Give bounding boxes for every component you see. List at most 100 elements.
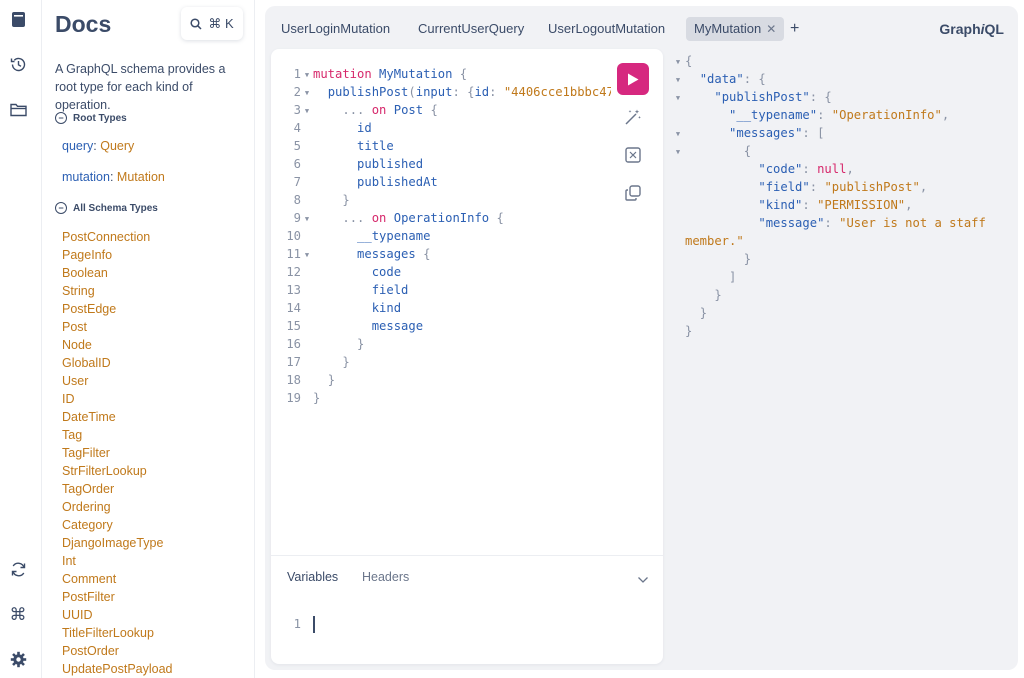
root-type-query[interactable]: query: Query	[62, 139, 134, 153]
code-text: code	[371, 265, 402, 279]
result-line: "code": null,	[671, 160, 1011, 178]
fold-arrow-icon[interactable]: ▼	[671, 125, 685, 143]
schema-type-link[interactable]: DjangoImageType	[62, 534, 173, 552]
root-type-name[interactable]: Query	[100, 139, 134, 153]
schema-type-link[interactable]: StrFilterLookup	[62, 462, 173, 480]
magic-wand-icon	[625, 109, 641, 125]
all-types-heading-label: All Schema Types	[73, 202, 158, 214]
code-line[interactable]: 6 published	[271, 155, 611, 173]
fold-arrow-icon[interactable]: ▼	[671, 53, 685, 71]
schema-type-link[interactable]: Post	[62, 318, 173, 336]
code-line[interactable]: 10 __typename	[271, 227, 611, 245]
keyboard-shortcuts-icon[interactable]: ⌘	[9, 605, 27, 623]
root-types-heading-label: Root Types	[73, 112, 127, 124]
schema-type-link[interactable]: TagOrder	[62, 480, 173, 498]
code-line[interactable]: 5 title	[271, 137, 611, 155]
schema-type-link[interactable]: UpdatePostPayload	[62, 660, 173, 678]
result-text: "publishPost": {	[714, 90, 832, 104]
schema-type-link[interactable]: Comment	[62, 570, 173, 588]
fold-arrow-icon[interactable]: ▼	[671, 89, 685, 107]
schema-type-link[interactable]: UUID	[62, 606, 173, 624]
docs-search-button[interactable]: ⌘ K	[181, 7, 243, 40]
fold-arrow-icon[interactable]: ▼	[671, 71, 685, 89]
settings-gear-icon[interactable]	[9, 650, 27, 668]
code-line[interactable]: 8 }	[271, 191, 611, 209]
explorer-folder-icon[interactable]	[9, 100, 27, 118]
result-line: }	[671, 286, 1011, 304]
tab-currentuserquery[interactable]: CurrentUserQuery	[410, 17, 532, 41]
code-line[interactable]: 17 }	[271, 353, 611, 371]
schema-type-link[interactable]: DateTime	[62, 408, 173, 426]
schema-type-link[interactable]: ID	[62, 390, 173, 408]
line-number: 9	[293, 211, 301, 225]
schema-type-link[interactable]: GlobalID	[62, 354, 173, 372]
prettify-button[interactable]	[617, 101, 649, 133]
code-text: published	[357, 157, 424, 171]
schema-type-link[interactable]: Node	[62, 336, 173, 354]
root-type-field: mutation	[62, 170, 110, 184]
tab-userloginmutation[interactable]: UserLoginMutation	[273, 17, 398, 41]
brand-prefix: Graph	[939, 21, 981, 37]
search-shortcut: ⌘ K	[208, 15, 234, 31]
fold-arrow-icon[interactable]: ▼	[301, 246, 313, 264]
line-number: 5	[293, 139, 301, 153]
merge-fragments-button[interactable]	[617, 139, 649, 171]
code-line[interactable]: 15 message	[271, 317, 611, 335]
schema-type-link[interactable]: PageInfo	[62, 246, 173, 264]
code-line[interactable]: 7 publishedAt	[271, 173, 611, 191]
line-number: 14	[286, 301, 301, 315]
history-icon[interactable]	[9, 55, 27, 73]
code-line[interactable]: 4 id	[271, 119, 611, 137]
root-types-heading: − Root Types	[55, 112, 127, 124]
result-text: "__typename": "OperationInfo",	[729, 108, 950, 122]
add-tab-button[interactable]: +	[790, 17, 799, 41]
code-line[interactable]: 3 ▼ ... on Post {	[271, 101, 611, 119]
result-line: "field": "publishPost",	[671, 178, 1011, 196]
refetch-schema-icon[interactable]	[9, 560, 27, 578]
code-line[interactable]: 18 }	[271, 371, 611, 389]
schema-type-link[interactable]: TagFilter	[62, 444, 173, 462]
schema-type-link[interactable]: Int	[62, 552, 173, 570]
fold-arrow-icon[interactable]: ▼	[671, 143, 685, 161]
schema-type-link[interactable]: Tag	[62, 426, 173, 444]
code-line[interactable]: 11 ▼ messages {	[271, 245, 611, 263]
schema-type-link[interactable]: String	[62, 282, 173, 300]
query-editor[interactable]: 1 ▼ mutation MyMutation {2 ▼ publishPost(in…	[271, 65, 611, 407]
root-type-mutation[interactable]: mutation: Mutation	[62, 170, 165, 184]
code-line[interactable]: 13 field	[271, 281, 611, 299]
code-line[interactable]: 16 }	[271, 335, 611, 353]
line-number: 6	[293, 157, 301, 171]
chevron-down-icon[interactable]	[637, 571, 649, 589]
schema-type-link[interactable]: User	[62, 372, 173, 390]
code-line[interactable]: 2 ▼ publishPost(input: {id: "4406cce1bbbc…	[271, 83, 611, 101]
tab-headers[interactable]: Headers	[362, 570, 409, 584]
schema-type-link[interactable]: PostOrder	[62, 642, 173, 660]
execute-query-button[interactable]	[617, 63, 649, 95]
close-tab-icon[interactable]: ✕	[766, 22, 776, 36]
tab-userlogoutmutation[interactable]: UserLogoutMutation	[540, 17, 673, 41]
schema-type-link[interactable]: Ordering	[62, 498, 173, 516]
tab-mymutation[interactable]: MyMutation ✕	[686, 17, 785, 41]
schema-type-link[interactable]: Boolean	[62, 264, 173, 282]
code-line[interactable]: 14 kind	[271, 299, 611, 317]
docs-icon[interactable]	[9, 10, 27, 28]
fold-arrow-icon[interactable]: ▼	[301, 102, 313, 120]
schema-type-link[interactable]: Category	[62, 516, 173, 534]
code-line[interactable]: 19}	[271, 389, 611, 407]
schema-type-link[interactable]: PostFilter	[62, 588, 173, 606]
copy-query-button[interactable]	[617, 177, 649, 209]
tab-variables[interactable]: Variables	[287, 570, 338, 584]
code-line[interactable]: 1 ▼ mutation MyMutation {	[271, 65, 611, 83]
variables-editor[interactable]: 1	[271, 616, 315, 633]
code-line[interactable]: 12 code	[271, 263, 611, 281]
code-line[interactable]: 9 ▼ ... on OperationInfo {	[271, 209, 611, 227]
schema-type-link[interactable]: PostConnection	[62, 228, 173, 246]
fold-arrow-icon[interactable]: ▼	[301, 84, 313, 102]
root-type-name[interactable]: Mutation	[117, 170, 165, 184]
schema-type-link[interactable]: TitleFilterLookup	[62, 624, 173, 642]
fold-arrow-icon[interactable]: ▼	[301, 210, 313, 228]
fold-arrow-icon[interactable]: ▼	[301, 66, 313, 84]
line-number: 15	[286, 319, 301, 333]
schema-type-link[interactable]: PostEdge	[62, 300, 173, 318]
line-number: 4	[293, 121, 301, 135]
